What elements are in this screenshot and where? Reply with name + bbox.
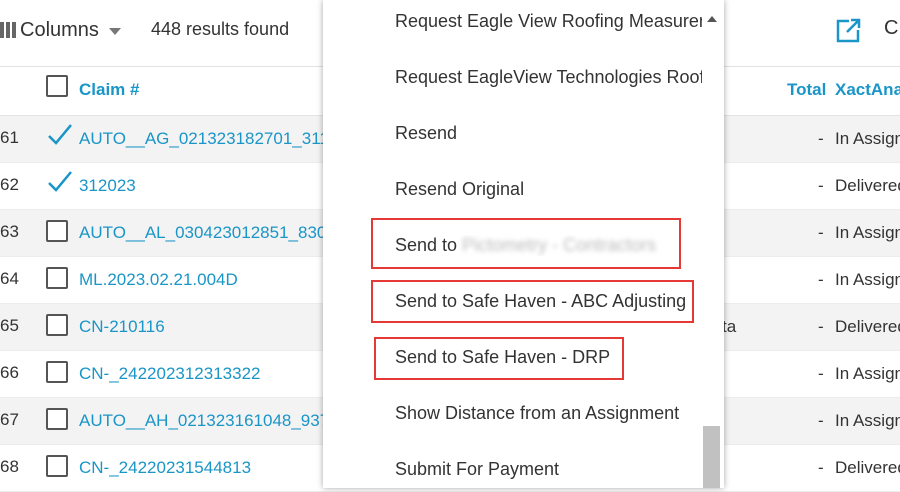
claim-link[interactable]: CN-_242202312313322 bbox=[79, 364, 261, 384]
claim-link[interactable]: ML.2023.02.21.004D bbox=[79, 270, 238, 290]
total-cell: - bbox=[818, 411, 824, 430]
checkmark-icon[interactable] bbox=[46, 167, 74, 195]
column-header-total[interactable]: Total bbox=[787, 80, 826, 100]
column-header-xactanalysis[interactable]: XactAna bbox=[835, 80, 900, 100]
row-index: 66 bbox=[0, 363, 19, 382]
toolbar-cut-label[interactable]: C bbox=[884, 17, 898, 40]
status-cell: In Assign bbox=[835, 223, 900, 242]
row-checkbox[interactable] bbox=[46, 220, 68, 242]
row-index: 61 bbox=[0, 128, 19, 147]
claim-link[interactable]: CN-210116 bbox=[79, 317, 165, 337]
menu-item-request-eagle-view-roofing[interactable]: Request Eagle View Roofing Measurements bbox=[395, 11, 703, 32]
row-index: 64 bbox=[0, 269, 19, 288]
highlight-box bbox=[371, 280, 694, 323]
chevron-down-icon bbox=[108, 27, 121, 35]
total-cell: - bbox=[818, 129, 824, 148]
row-checkbox[interactable] bbox=[46, 408, 68, 430]
menu-item-resend[interactable]: Resend bbox=[395, 123, 703, 144]
status-cell: In Assign bbox=[835, 270, 900, 289]
total-cell: - bbox=[818, 176, 824, 195]
highlight-box bbox=[371, 218, 681, 269]
claim-link[interactable]: 312023 bbox=[79, 176, 136, 196]
total-cell: - bbox=[818, 223, 824, 242]
row-checkbox[interactable] bbox=[46, 361, 68, 383]
claim-link[interactable]: AUTO__AG_021323182701_311 bbox=[79, 129, 329, 149]
menu-item-request-eagleview-technologies[interactable]: Request EagleView Technologies Roof bbox=[395, 67, 703, 88]
results-count: 448 results found bbox=[151, 19, 290, 39]
status-cell: In Assign bbox=[835, 129, 900, 148]
total-cell: - bbox=[818, 458, 824, 477]
row-checkbox[interactable] bbox=[46, 455, 68, 477]
status-cell: In Assign bbox=[835, 364, 900, 383]
select-all-checkbox[interactable] bbox=[46, 75, 68, 97]
row-checkbox[interactable] bbox=[46, 314, 68, 336]
checkmark-icon[interactable] bbox=[46, 120, 74, 148]
claim-link[interactable]: AUTO__AH_021323161048_937 bbox=[79, 411, 329, 431]
total-cell: - bbox=[818, 270, 824, 289]
total-cell: - bbox=[818, 317, 824, 336]
total-cell: - bbox=[818, 364, 824, 383]
row-checkbox[interactable] bbox=[46, 267, 68, 289]
scroll-up-icon[interactable] bbox=[707, 16, 717, 22]
columns-button[interactable]: Columns bbox=[0, 16, 121, 44]
cell-partial-text: ta bbox=[722, 317, 737, 336]
row-index: 67 bbox=[0, 410, 19, 429]
menu-item-resend-original[interactable]: Resend Original bbox=[395, 179, 703, 200]
claim-link[interactable]: CN-_24220231544813 bbox=[79, 458, 251, 478]
row-index: 62 bbox=[0, 175, 19, 194]
scrollbar-thumb[interactable] bbox=[703, 426, 720, 488]
columns-label: Columns bbox=[20, 18, 99, 41]
status-cell: Delivered bbox=[835, 176, 900, 195]
row-index: 65 bbox=[0, 316, 19, 335]
status-cell: In Assign bbox=[835, 411, 900, 430]
claim-link[interactable]: AUTO__AL_030423012851_830 bbox=[79, 223, 326, 243]
highlight-box bbox=[374, 337, 624, 380]
menu-item-show-distance[interactable]: Show Distance from an Assignment bbox=[395, 403, 703, 424]
status-cell: Delivered bbox=[835, 317, 900, 336]
columns-icon bbox=[0, 22, 16, 38]
row-index: 68 bbox=[0, 457, 19, 476]
menu-scrollbar[interactable] bbox=[702, 8, 721, 488]
open-external-icon[interactable] bbox=[836, 17, 862, 43]
status-cell: Delivered bbox=[835, 458, 900, 477]
menu-item-submit-for-payment[interactable]: Submit For Payment bbox=[395, 459, 703, 480]
row-index: 63 bbox=[0, 222, 19, 241]
column-header-claim[interactable]: Claim # bbox=[79, 80, 139, 100]
